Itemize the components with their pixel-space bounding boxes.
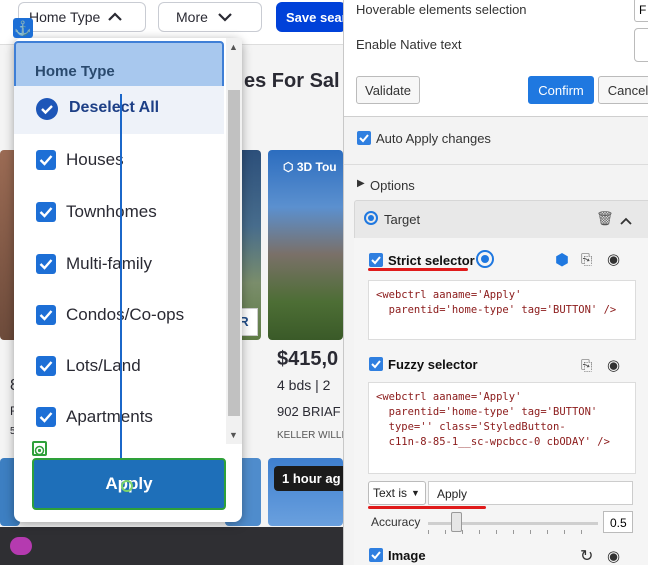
strict-selector-checkbox[interactable] — [369, 253, 383, 267]
listing-photo-right[interactable] — [268, 150, 343, 340]
option-houses[interactable] — [36, 150, 56, 170]
hoverable-label: Hoverable elements selection — [356, 2, 527, 17]
option-label: Apartments — [66, 407, 153, 426]
confirm-button[interactable]: Confirm — [528, 76, 594, 104]
options-toggle[interactable]: Options — [370, 178, 415, 193]
more-filter-label: More — [176, 9, 208, 25]
red-underline — [368, 268, 468, 271]
fuzzy-selector-label: Fuzzy selector — [388, 357, 478, 372]
listing-address: 902 BRIAF — [277, 404, 341, 419]
target-marker-icon — [32, 441, 47, 456]
copy-icon[interactable]: ⎘ — [581, 357, 592, 374]
native-text-label: Enable Native text — [356, 37, 462, 52]
fuzzy-selector-checkbox[interactable] — [369, 357, 383, 371]
auto-apply-label: Auto Apply changes — [376, 131, 491, 146]
checkbox-checked-icon[interactable] — [36, 356, 56, 376]
copy-icon[interactable]: ⎘ — [581, 251, 592, 268]
text-match-select[interactable]: Text is ▼ — [368, 481, 426, 505]
chevron-up-icon[interactable] — [620, 213, 632, 231]
cube-icon[interactable]: ⬢ — [555, 250, 569, 270]
home-type-filter-label: Home Type — [29, 9, 101, 25]
divider — [344, 164, 648, 165]
check-circle-icon — [36, 98, 58, 120]
scroll-up-icon[interactable]: ▲ — [229, 42, 238, 52]
option-label: Condos/Co-ops — [66, 305, 185, 324]
target-circle-icon[interactable] — [476, 250, 494, 268]
crosshair-icon — [121, 480, 133, 492]
strict-selector-label: Strict selector — [388, 253, 475, 268]
option-label: Townhomes — [66, 202, 157, 221]
app-logo-icon[interactable] — [10, 537, 32, 555]
option-condos[interactable] — [36, 305, 56, 325]
eye-icon[interactable]: ◉ — [607, 250, 620, 268]
selection-connector-line — [120, 94, 122, 460]
selector-inspector-panel: Hoverable elements selection F Enable Na… — [343, 0, 648, 565]
target-icon — [364, 211, 378, 225]
option-townhomes[interactable] — [36, 202, 56, 222]
strict-selector-code[interactable]: <webctrl aaname='Apply' parentid='home-t… — [368, 280, 636, 340]
checkbox-checked-icon[interactable] — [36, 150, 56, 170]
scroll-down-icon[interactable]: ▼ — [229, 430, 238, 440]
checkbox-checked-icon[interactable] — [36, 202, 56, 222]
listing-broker: KELLER WILLI — [277, 430, 343, 441]
option-lots-land[interactable] — [36, 356, 56, 376]
chevron-up-icon — [108, 9, 123, 25]
listing-price: $415,0 — [277, 348, 339, 370]
option-apartments[interactable] — [36, 407, 56, 427]
option-label: Houses — [66, 150, 124, 169]
fuzzy-selector-code[interactable]: <webctrl aaname='Apply' parentid='home-t… — [368, 382, 636, 474]
eye-icon[interactable]: ◉ — [607, 547, 620, 565]
more-filter-button[interactable]: More — [158, 2, 262, 32]
hoverable-select[interactable]: F — [634, 0, 648, 22]
results-heading: es For Sal — [244, 70, 340, 92]
eye-icon[interactable]: ◉ — [607, 356, 620, 374]
triangle-right-icon[interactable]: ▶ — [357, 178, 365, 189]
listing-age-tag: 1 hour ag — [274, 466, 343, 491]
deselect-all-label: Deselect All — [69, 99, 160, 116]
save-search-button[interactable]: Save search — [276, 2, 343, 32]
red-underline — [368, 506, 486, 509]
validate-button[interactable]: Validate — [356, 76, 420, 104]
accuracy-label: Accuracy — [371, 515, 421, 529]
dropdown-scrollbar[interactable]: ▲ ▼ — [226, 38, 242, 444]
checkbox-checked-icon[interactable] — [36, 305, 56, 325]
chevron-down-icon: ▼ — [411, 488, 420, 498]
option-label: Multi-family — [66, 254, 152, 273]
target-label: Target — [384, 212, 421, 227]
accuracy-value-input[interactable]: 0.5 — [603, 511, 633, 533]
checkbox-checked-icon[interactable] — [36, 254, 56, 274]
anchor-icon[interactable]: ⚓ — [13, 18, 33, 38]
refresh-icon[interactable]: ↻ — [580, 546, 593, 565]
slider-ticks — [428, 530, 598, 534]
option-multi-family[interactable] — [36, 254, 56, 274]
scrollbar-thumb[interactable] — [228, 90, 240, 416]
trash-icon[interactable]: 🗑 — [596, 210, 614, 227]
chevron-down-icon — [218, 9, 232, 25]
divider — [344, 116, 648, 117]
text-value-input[interactable]: Apply — [428, 481, 633, 505]
listing-beds: 4 bds | 2 — [277, 377, 331, 393]
checkbox-checked-icon[interactable] — [36, 407, 56, 427]
tour-badge: ⬡ 3D Tou — [283, 160, 337, 174]
text-match-label: Text is — [373, 486, 408, 500]
native-text-toggle[interactable] — [634, 28, 648, 62]
image-checkbox[interactable] — [369, 548, 383, 562]
image-label: Image — [388, 548, 426, 563]
auto-apply-checkbox[interactable] — [357, 131, 371, 145]
accuracy-slider-thumb[interactable] — [451, 512, 462, 532]
cube-icon: ⬡ — [283, 160, 294, 174]
option-label: Lots/Land — [66, 356, 141, 375]
taskbar — [0, 527, 343, 565]
home-type-filter-button[interactable]: Home Type — [18, 2, 146, 32]
cancel-button[interactable]: Cancel — [598, 76, 648, 104]
